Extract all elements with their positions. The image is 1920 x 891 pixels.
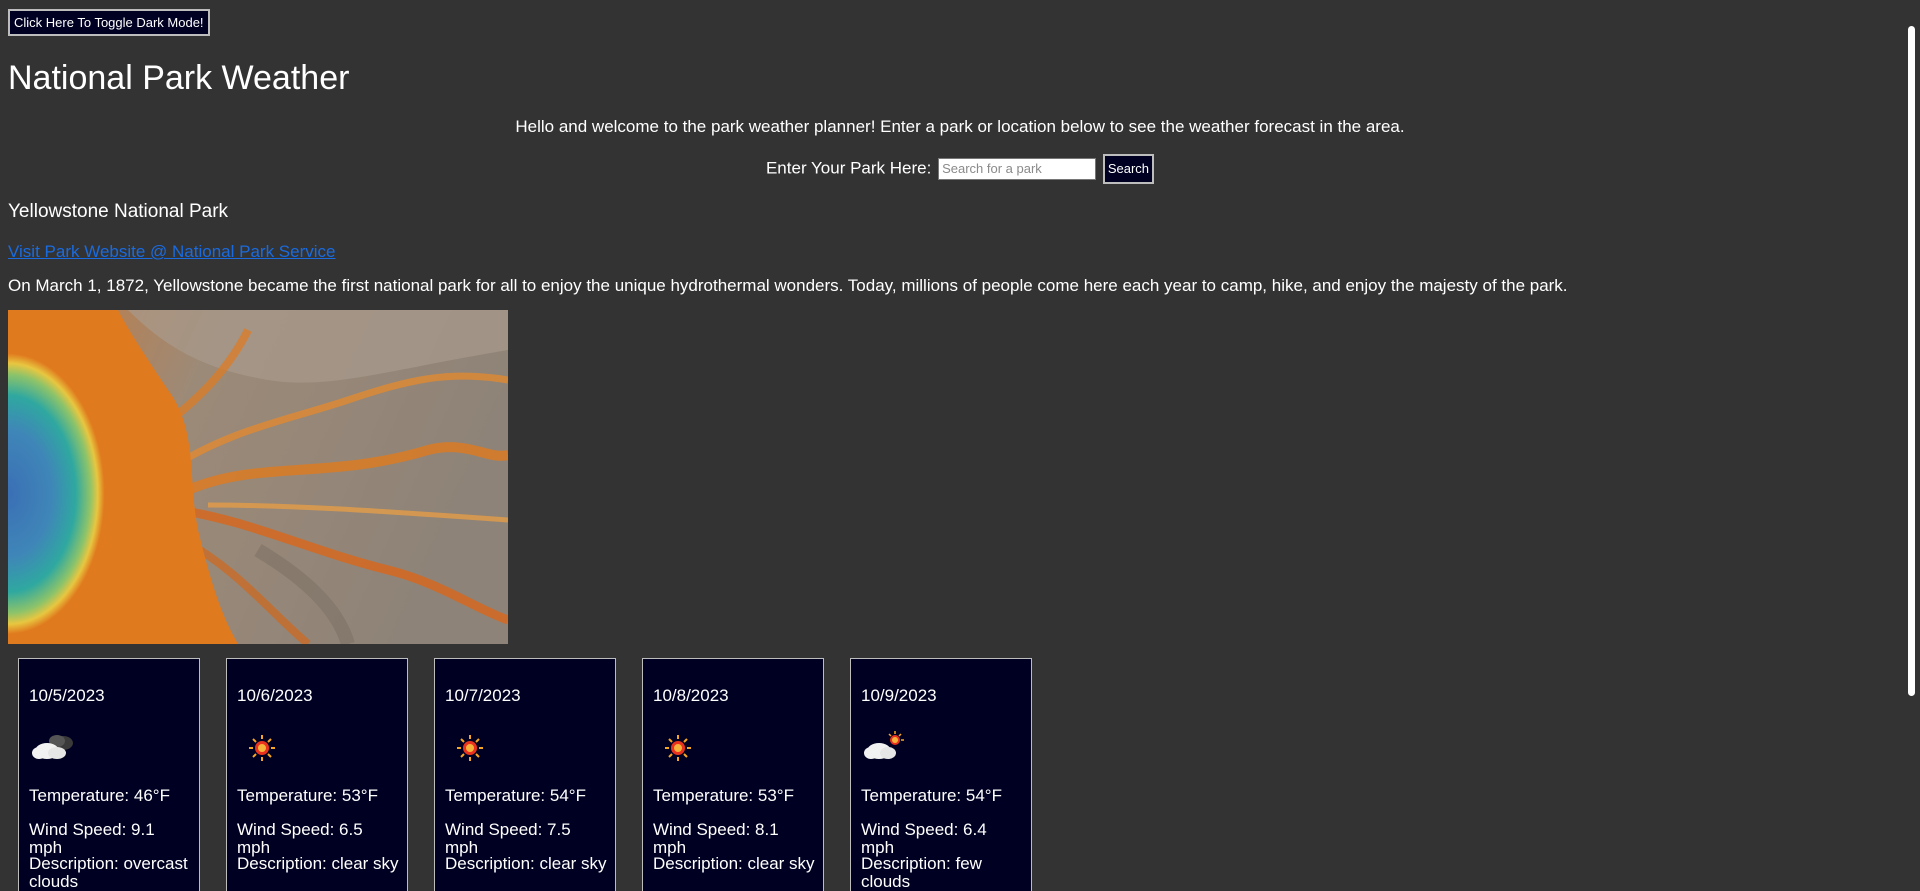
- overcast-clouds-icon: [29, 723, 79, 773]
- forecast-card: 10/7/2023 Temperature: 54°F Wind Speed: …: [434, 658, 616, 891]
- forecast-date: 10/7/2023: [445, 686, 521, 705]
- vertical-scrollbar[interactable]: [1903, 0, 1920, 891]
- sun-icon: [237, 723, 287, 773]
- search-label: Enter Your Park Here:: [765, 158, 932, 178]
- forecast-description: Description: clear sky: [653, 854, 815, 873]
- forecast-wind-speed: Wind Speed: 6.5 mph: [237, 820, 363, 857]
- sun-icon: [445, 723, 495, 773]
- dark-mode-toggle-button[interactable]: Click Here To Toggle Dark Mode!: [8, 9, 210, 36]
- forecast-card: 10/9/2023 Temperature: 54°F Wind Speed: …: [850, 658, 1032, 891]
- sun-icon: [653, 723, 703, 773]
- forecast-wind-speed: Wind Speed: 8.1 mph: [653, 820, 779, 857]
- forecast-wind-speed: Wind Speed: 7.5 mph: [445, 820, 571, 857]
- forecast-date: 10/6/2023: [237, 686, 313, 705]
- welcome-text: Hello and welcome to the park weather pl…: [515, 117, 1405, 136]
- forecast-description: Description: overcast clouds: [29, 854, 188, 891]
- forecast-card: 10/5/2023 Temperature: 46°F Wind Speed: …: [18, 658, 200, 891]
- forecast-temperature: Temperature: 53°F: [237, 786, 378, 805]
- forecast-description: Description: clear sky: [445, 854, 607, 873]
- park-name: Yellowstone National Park: [8, 201, 229, 222]
- park-photo: [8, 310, 508, 644]
- page: Click Here To Toggle Dark Mode! National…: [0, 0, 1920, 891]
- forecast-temperature: Temperature: 53°F: [653, 786, 794, 805]
- forecast-date: 10/9/2023: [861, 686, 937, 705]
- page-title: National Park Weather: [8, 59, 350, 97]
- forecast-card: 10/8/2023 Temperature: 53°F Wind Speed: …: [642, 658, 824, 891]
- forecast-list: 10/5/2023 Temperature: 46°F Wind Speed: …: [18, 658, 1038, 891]
- park-description: On March 1, 1872, Yellowstone became the…: [8, 276, 1568, 295]
- scrollbar-thumb[interactable]: [1908, 26, 1915, 696]
- forecast-description: Description: few clouds: [861, 854, 982, 891]
- forecast-temperature: Temperature: 46°F: [29, 786, 170, 805]
- forecast-temperature: Temperature: 54°F: [861, 786, 1002, 805]
- forecast-wind-speed: Wind Speed: 9.1 mph: [29, 820, 155, 857]
- few-clouds-icon: [861, 723, 911, 773]
- forecast-wind-speed: Wind Speed: 6.4 mph: [861, 820, 987, 857]
- forecast-card: 10/6/2023 Temperature: 53°F Wind Speed: …: [226, 658, 408, 891]
- park-website-link[interactable]: Visit Park Website @ National Park Servi…: [8, 241, 335, 263]
- search-button[interactable]: Search: [1102, 153, 1155, 184]
- search-row: Enter Your Park Here: Search: [0, 153, 1920, 184]
- forecast-date: 10/5/2023: [29, 686, 105, 705]
- search-input[interactable]: [938, 157, 1097, 180]
- forecast-temperature: Temperature: 54°F: [445, 786, 586, 805]
- forecast-date: 10/8/2023: [653, 686, 729, 705]
- forecast-description: Description: clear sky: [237, 854, 399, 873]
